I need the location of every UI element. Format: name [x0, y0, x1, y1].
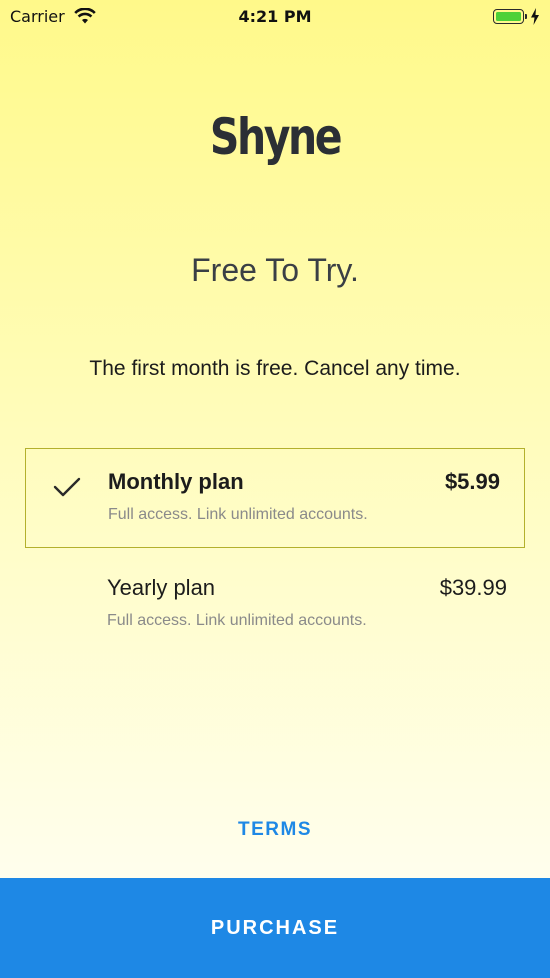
- status-bar: Carrier 4:21 PM: [0, 0, 550, 34]
- plan-description: Full access. Link unlimited accounts.: [108, 506, 368, 523]
- plan-price: $5.99: [444, 469, 500, 494]
- terms-link[interactable]: TERMS: [0, 819, 550, 841]
- plan-price: $39.99: [439, 575, 507, 600]
- app-logo: Shyne: [209, 108, 343, 166]
- plan-name: Monthly plan: [108, 469, 244, 494]
- checkmark-icon: [53, 477, 81, 497]
- subtitle: The first month is free. Cancel any time…: [89, 357, 461, 380]
- charging-bolt-icon: [531, 8, 539, 25]
- battery-icon: [493, 9, 527, 24]
- plan-option-yearly[interactable]: Yearly plan $39.99 Full access. Link unl…: [25, 555, 525, 655]
- plan-option-monthly[interactable]: Monthly plan $5.99 Full access. Link unl…: [25, 448, 525, 548]
- battery-level: [496, 12, 521, 21]
- clock: 4:21 PM: [238, 7, 312, 26]
- plan-description: Full access. Link unlimited accounts.: [107, 612, 367, 629]
- page-title: Free To Try.: [191, 252, 359, 288]
- battery-cap: [525, 14, 527, 19]
- purchase-button[interactable]: PURCHASE: [0, 878, 550, 978]
- plan-name: Yearly plan: [107, 575, 216, 600]
